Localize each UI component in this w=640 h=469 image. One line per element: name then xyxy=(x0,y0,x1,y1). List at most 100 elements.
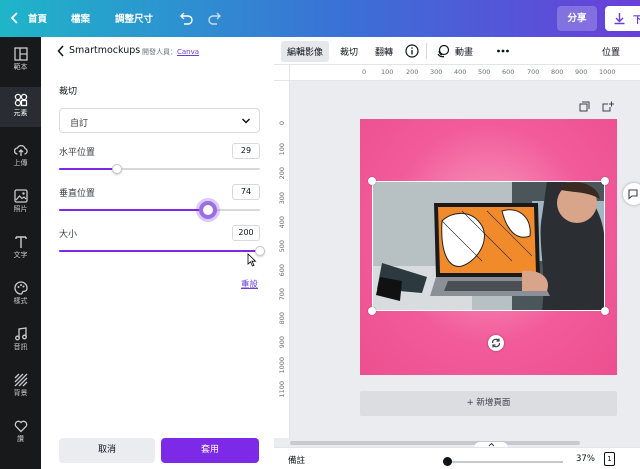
zoom-level[interactable]: 37% xyxy=(576,454,595,464)
slider-fill xyxy=(59,168,117,170)
resize-menu[interactable]: 調整尺寸 xyxy=(115,11,153,25)
crop-select[interactable]: 自訂 xyxy=(59,108,260,133)
toolbar-divider xyxy=(426,43,427,59)
vertical-position-input[interactable]: 74 xyxy=(232,184,260,200)
ruler-tick-label: 200 xyxy=(406,68,419,76)
vertical-position-slider[interactable] xyxy=(59,201,260,219)
file-menu[interactable]: 檔案 xyxy=(71,11,90,25)
rail-item-elements[interactable]: 元素 xyxy=(0,87,41,127)
edit-image-button[interactable]: 編輯影像 xyxy=(281,41,330,62)
design-page[interactable] xyxy=(360,119,617,375)
ruler-top: 0 100 200 300 400 500 600 700 800 900 10… xyxy=(274,65,640,81)
ruler-tick-label: 700 xyxy=(278,288,286,301)
developer-link[interactable]: Canva xyxy=(177,48,199,56)
section-title: 裁切 xyxy=(59,87,78,97)
info-icon[interactable] xyxy=(405,44,419,58)
horizontal-position-label: 水平位置 xyxy=(59,148,96,158)
ruler-tick-label: 1000 xyxy=(599,68,616,76)
shapes-icon xyxy=(14,93,27,107)
chevron-left-icon[interactable] xyxy=(5,8,25,28)
pattern-icon xyxy=(14,373,27,387)
ruler-tick-label: 900 xyxy=(278,336,286,349)
horizontal-position-input[interactable]: 29 xyxy=(232,143,260,159)
vertical-position-label: 垂直位置 xyxy=(59,189,96,199)
ruler-tick-label: 0 xyxy=(362,68,367,76)
animate-icon[interactable] xyxy=(436,44,450,58)
zoom-slider-handle[interactable] xyxy=(443,457,452,466)
ruler-tick-label: 500 xyxy=(478,68,491,76)
palette-icon xyxy=(13,281,28,295)
comment-icon xyxy=(628,189,638,200)
layout-icon xyxy=(13,47,28,61)
undo-icon[interactable] xyxy=(176,8,196,28)
developer-credit: 開發人員：Canva xyxy=(142,47,199,57)
slider-fill xyxy=(59,209,208,211)
rotate-icon xyxy=(491,338,501,348)
heart-icon xyxy=(14,420,27,433)
selection-outline xyxy=(372,181,605,311)
notes-button[interactable]: 備註 xyxy=(288,454,305,466)
rail-item-uploads[interactable]: 上傳 xyxy=(0,137,41,177)
resize-handle-top-right[interactable] xyxy=(601,177,609,185)
ruler-tick-label: 300 xyxy=(430,68,443,76)
ruler-tick-label: 600 xyxy=(502,68,515,76)
rail-label: 上傳 xyxy=(13,159,28,167)
horizontal-position-slider[interactable] xyxy=(59,164,260,174)
rail-item-styles[interactable]: 樣式 xyxy=(0,275,41,315)
ruler-tick-label: 100 xyxy=(278,143,286,156)
apply-button[interactable]: 套用 xyxy=(161,438,259,463)
add-page-button[interactable]: + 新增頁面 xyxy=(360,391,617,416)
horizontal-scrollbar[interactable] xyxy=(274,438,640,447)
chevron-down-icon xyxy=(241,118,251,124)
position-button[interactable]: 位置 xyxy=(602,45,620,58)
scrollbar-thumb[interactable] xyxy=(290,441,580,445)
reset-link[interactable]: 重設 xyxy=(241,278,258,290)
page-count[interactable]: 1 xyxy=(604,452,615,466)
rail-item-text[interactable]: 文字 xyxy=(0,229,41,269)
ruler-tick-label: 1100 xyxy=(278,381,286,398)
slider-handle[interactable] xyxy=(199,201,217,219)
ruler-tick-label: 600 xyxy=(278,264,286,277)
size-input[interactable]: 200 xyxy=(232,225,260,241)
home-menu[interactable]: 首頁 xyxy=(28,11,47,25)
download-label: 下 xyxy=(633,15,640,26)
more-options-icon[interactable] xyxy=(496,44,510,58)
rail-label: 音訊 xyxy=(13,343,28,351)
ruler-tick-label: 400 xyxy=(454,68,467,76)
rotate-handle[interactable] xyxy=(488,335,504,351)
ruler-tick-label: 200 xyxy=(278,167,286,180)
add-page-icon[interactable] xyxy=(602,101,614,112)
comment-button[interactable] xyxy=(623,183,640,205)
rail-item-templates[interactable]: 範本 xyxy=(0,41,41,81)
download-button[interactable]: 下 xyxy=(605,6,640,31)
rail-item-likes[interactable]: 讚 xyxy=(0,413,41,453)
ruler-tick-label: 1000 xyxy=(278,357,286,374)
slider-handle[interactable] xyxy=(112,164,122,174)
editor-toolbar: 編輯影像 裁切 翻轉 動畫 位置 xyxy=(274,37,640,65)
mouse-pointer-icon xyxy=(247,253,257,267)
flip-button[interactable]: 翻轉 xyxy=(375,45,393,58)
panel-header: Smartmockups 開發人員：Canva xyxy=(41,37,274,65)
redo-icon[interactable] xyxy=(205,8,225,28)
ruler-tick-label: 800 xyxy=(278,312,286,325)
resize-handle-top-left[interactable] xyxy=(368,177,376,185)
rail-item-photos[interactable]: 照片 xyxy=(0,183,41,223)
text-icon xyxy=(14,236,27,248)
zoom-slider[interactable] xyxy=(447,461,563,463)
rail-item-background[interactable]: 背景 xyxy=(0,367,41,407)
cancel-button[interactable]: 取消 xyxy=(59,438,155,463)
rail-item-audio[interactable]: 音訊 xyxy=(0,321,41,361)
resize-handle-bottom-right[interactable] xyxy=(601,307,609,315)
slider-fill xyxy=(59,250,260,252)
duplicate-page-icon[interactable] xyxy=(579,101,590,112)
rail-label: 背景 xyxy=(13,389,28,397)
crop-button[interactable]: 裁切 xyxy=(340,45,358,58)
ruler-tick-label: 800 xyxy=(551,68,564,76)
rail-label: 文字 xyxy=(13,251,28,259)
side-rail: 範本 元素 上傳 照片 文字 樣式 音訊 背景 讚 xyxy=(0,37,41,469)
animate-button[interactable]: 動畫 xyxy=(455,45,473,58)
resize-handle-bottom-left[interactable] xyxy=(368,307,376,315)
back-arrow-icon[interactable] xyxy=(57,45,65,57)
size-slider[interactable] xyxy=(59,246,265,256)
share-button[interactable]: 分享 xyxy=(557,6,597,31)
